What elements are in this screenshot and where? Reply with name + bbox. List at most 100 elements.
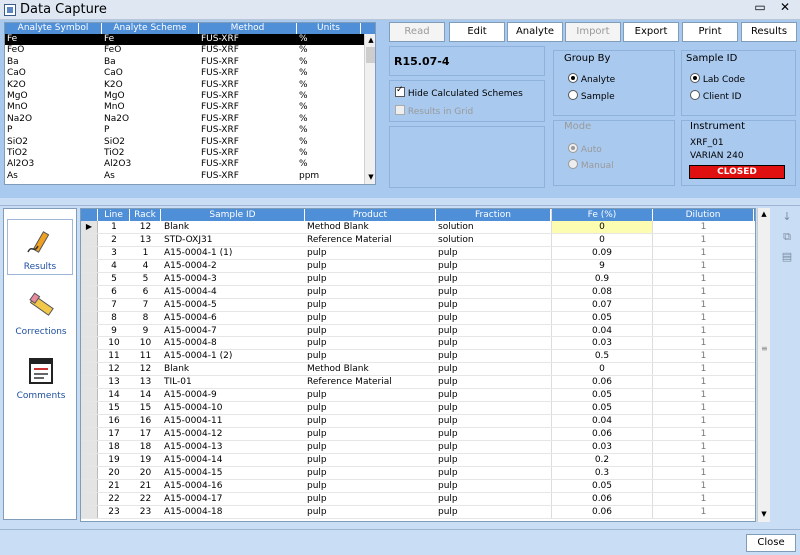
sidebar-item-corrections[interactable]: Corrections bbox=[4, 291, 78, 341]
fe-value-cell[interactable]: 0.08 bbox=[551, 285, 653, 298]
checkbox-icon[interactable] bbox=[395, 85, 405, 97]
analyte-scrollbar[interactable]: ▲ ▼ bbox=[364, 34, 375, 184]
table-row[interactable]: 8 8 A15-0004-6 pulp pulp 0.05 1 bbox=[81, 311, 755, 325]
fe-value-cell[interactable]: 0.04 bbox=[551, 324, 653, 337]
radio-icon[interactable] bbox=[690, 90, 700, 100]
row-selector[interactable] bbox=[81, 479, 98, 492]
table-row[interactable]: 3 1 A15-0004-1 (1) pulp pulp 0.09 1 bbox=[81, 246, 755, 260]
analyte-button[interactable]: Analyte bbox=[507, 22, 563, 42]
table-row[interactable]: 17 17 A15-0004-12 pulp pulp 0.06 1 bbox=[81, 428, 755, 441]
scroll-down-icon[interactable]: ▼ bbox=[365, 171, 375, 183]
sidebar-item-comments[interactable]: Comments bbox=[4, 355, 78, 405]
fe-value-cell[interactable]: 0.5 bbox=[551, 350, 653, 363]
row-selector[interactable] bbox=[81, 376, 98, 389]
analyte-row[interactable]: FeO FeO FUS-XRF% bbox=[5, 45, 375, 56]
scroll-up-icon[interactable]: ▲ bbox=[365, 34, 375, 46]
analyte-row[interactable]: SiO2 SiO2 FUS-XRF% bbox=[5, 137, 375, 148]
results-grid-checkbox[interactable]: Results in Grid bbox=[395, 105, 473, 117]
read-button[interactable]: Read bbox=[389, 22, 445, 42]
grid-col-header[interactable]: Fraction bbox=[436, 209, 551, 221]
fe-value-cell[interactable]: 0.04 bbox=[551, 415, 653, 427]
row-selector[interactable] bbox=[81, 389, 98, 402]
row-selector[interactable] bbox=[81, 363, 98, 376]
edit-button[interactable]: Edit bbox=[449, 22, 505, 42]
row-selector[interactable] bbox=[81, 440, 98, 453]
table-row[interactable]: 13 13 TIL-01 Reference Material pulp 0.06 1 bbox=[81, 376, 755, 390]
table-row[interactable]: 11 11 A15-0004-1 (2) pulp pulp 0.5 1 bbox=[81, 350, 755, 364]
row-selector[interactable] bbox=[81, 428, 98, 440]
grid-col-header[interactable]: Product bbox=[305, 209, 436, 221]
row-selector[interactable] bbox=[81, 402, 98, 415]
auto-radio[interactable]: Auto bbox=[568, 143, 602, 155]
fe-value-cell[interactable]: 0.05 bbox=[551, 389, 653, 402]
table-row[interactable]: 4 4 A15-0004-2 pulp pulp 9 1 bbox=[81, 259, 755, 273]
fe-value-cell[interactable]: 0.03 bbox=[551, 337, 653, 350]
table-row[interactable]: 7 7 A15-0004-5 pulp pulp 0.07 1 bbox=[81, 298, 755, 312]
manual-radio[interactable]: Manual bbox=[568, 159, 614, 171]
fe-value-cell[interactable]: 0.06 bbox=[551, 428, 653, 440]
copy-icon[interactable]: ⧉ bbox=[780, 230, 794, 244]
row-selector[interactable] bbox=[81, 272, 98, 285]
results-grid[interactable]: Line Rack Sample ID Product Fraction Fe … bbox=[80, 208, 756, 522]
analyte-col-header[interactable]: Analyte Symbol bbox=[5, 23, 102, 34]
row-selector[interactable] bbox=[81, 350, 98, 363]
radio-icon[interactable] bbox=[568, 143, 578, 153]
row-selector[interactable] bbox=[81, 246, 98, 259]
current-row-icon[interactable]: ▶ bbox=[81, 221, 98, 233]
fe-value-cell[interactable]: 0.05 bbox=[551, 479, 653, 492]
fe-value-cell[interactable]: 0.06 bbox=[551, 376, 653, 389]
row-selector[interactable] bbox=[81, 505, 98, 518]
minimize-icon[interactable]: ▭ bbox=[752, 0, 768, 18]
radio-icon[interactable] bbox=[568, 73, 578, 83]
analyte-row[interactable]: K2O K2O FUS-XRF% bbox=[5, 80, 375, 91]
analyte-col-header[interactable]: Method bbox=[199, 23, 297, 34]
grid-col-header[interactable]: Dilution bbox=[653, 209, 754, 221]
fe-value-cell[interactable]: 9 bbox=[551, 259, 653, 272]
fe-value-cell[interactable]: 0 bbox=[551, 233, 653, 246]
import-button[interactable]: Import bbox=[565, 22, 621, 42]
sidebar-item-results[interactable]: Results bbox=[7, 219, 73, 275]
row-selector[interactable] bbox=[81, 492, 98, 505]
table-row[interactable]: 10 10 A15-0004-8 pulp pulp 0.03 1 bbox=[81, 337, 755, 351]
fe-value-cell[interactable]: 0.07 bbox=[551, 298, 653, 311]
row-selector[interactable] bbox=[81, 324, 98, 337]
analyte-row[interactable]: Fe Fe FUS-XRF% bbox=[5, 34, 375, 46]
analyte-row[interactable]: Na2O Na2O FUS-XRF% bbox=[5, 114, 375, 125]
export-button[interactable]: Export bbox=[623, 22, 679, 42]
splitter[interactable] bbox=[0, 198, 800, 206]
print-button[interactable]: Print bbox=[682, 22, 738, 42]
table-row[interactable]: 20 20 A15-0004-15 pulp pulp 0.3 1 bbox=[81, 466, 755, 480]
row-selector[interactable] bbox=[81, 337, 98, 350]
table-row[interactable]: 12 12 Blank Method Blank pulp 0 1 bbox=[81, 363, 755, 377]
paste-icon[interactable]: ▤ bbox=[780, 250, 794, 264]
table-row[interactable]: 16 16 A15-0004-11 pulp pulp 0.04 1 bbox=[81, 415, 755, 428]
grid-col-header[interactable]: Rack bbox=[130, 209, 161, 221]
fe-value-cell[interactable]: 0.2 bbox=[551, 453, 653, 466]
analyte-row[interactable]: CaO CaO FUS-XRF% bbox=[5, 68, 375, 79]
row-selector[interactable] bbox=[81, 466, 98, 479]
table-row[interactable]: 2 13 STD-OXJ31 Reference Material solution 0 1 bbox=[81, 233, 755, 247]
group-analyte-radio[interactable]: Analyte bbox=[568, 73, 615, 85]
table-row[interactable]: 19 19 A15-0004-14 pulp pulp 0.2 1 bbox=[81, 453, 755, 467]
grid-col-header[interactable]: Line bbox=[98, 209, 130, 221]
fe-value-cell[interactable]: 0.9 bbox=[551, 272, 653, 285]
analyte-list[interactable]: Analyte Symbol Analyte Scheme Method Uni… bbox=[4, 22, 376, 185]
fe-value-cell[interactable]: 0.06 bbox=[551, 492, 653, 505]
analyte-row[interactable]: Ba Ba FUS-XRF% bbox=[5, 57, 375, 68]
radio-icon[interactable] bbox=[568, 159, 578, 169]
grid-col-header[interactable]: Sample ID bbox=[161, 209, 305, 221]
fe-value-cell[interactable]: 0 bbox=[551, 363, 653, 376]
row-selector[interactable] bbox=[81, 311, 98, 324]
fe-value-cell[interactable]: 0.06 bbox=[551, 505, 653, 518]
close-button[interactable]: Close bbox=[746, 534, 796, 552]
table-row[interactable]: 14 14 A15-0004-9 pulp pulp 0.05 1 bbox=[81, 389, 755, 403]
analyte-row[interactable]: MgO MgO FUS-XRF% bbox=[5, 91, 375, 102]
analyte-col-header[interactable]: Units bbox=[297, 23, 361, 34]
table-row[interactable]: 6 6 A15-0004-4 pulp pulp 0.08 1 bbox=[81, 285, 755, 299]
results-button[interactable]: Results bbox=[741, 22, 797, 42]
lab-code-radio[interactable]: Lab Code bbox=[690, 73, 745, 85]
scroll-grip-icon[interactable]: ≡ bbox=[761, 344, 768, 354]
fe-value-cell[interactable]: 0.05 bbox=[551, 402, 653, 415]
table-row[interactable]: 21 21 A15-0004-16 pulp pulp 0.05 1 bbox=[81, 479, 755, 493]
analyte-row[interactable]: Al2O3 Al2O3 FUS-XRF% bbox=[5, 159, 375, 170]
